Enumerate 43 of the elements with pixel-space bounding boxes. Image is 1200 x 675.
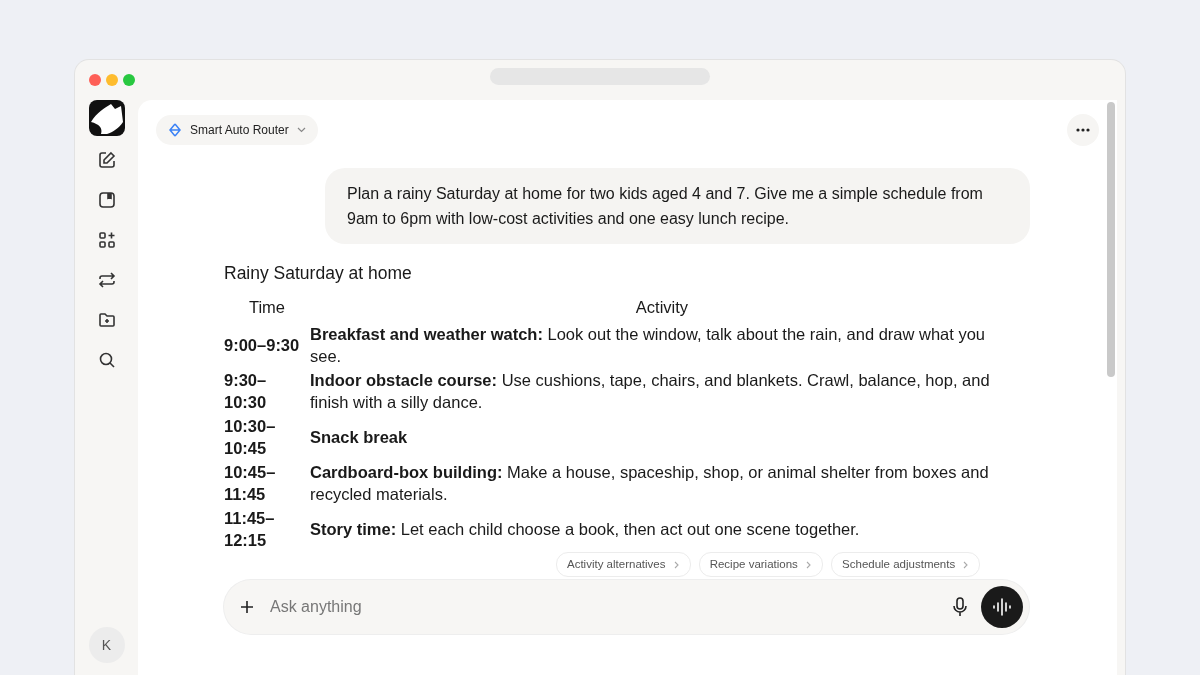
user-message: Plan a rainy Saturday at home for two kids aged 4 and 7. Give me a simple schedule from 9am to 6pm with low-cost activities and one easy lunch recipe. — [325, 168, 1030, 244]
router-icon — [168, 123, 182, 137]
add-icon[interactable] — [240, 600, 254, 614]
maximize-window-dot[interactable] — [123, 74, 135, 86]
logo-icon[interactable] — [88, 100, 125, 136]
apps-add-icon[interactable] — [97, 231, 116, 249]
activity-cell-text: Indoor obstacle course: Use cushions, tape, chairs, and blankets. Crawl, balance, hop, and finish with a silly dance. — [310, 370, 991, 413]
folder-add-icon[interactable] — [97, 311, 116, 329]
repeat-icon[interactable] — [97, 271, 116, 289]
response-title: Rainy Saturday at home — [224, 262, 413, 285]
activity-cell-text: Breakfast and weather watch: Look out the window, talk about the rain, and draw what you see. — [310, 324, 987, 367]
activity-cell-text: Story time: Let each child choose a book, then act out one scene together. — [310, 519, 861, 540]
suggestion-chip[interactable]: Schedule adjustments — [831, 552, 981, 578]
more-icon — [1076, 128, 1090, 132]
waveform-icon — [992, 598, 1012, 616]
minimize-window-dot[interactable] — [106, 74, 118, 86]
user-avatar[interactable]: K — [88, 627, 125, 663]
voice-mode-button[interactable] — [981, 586, 1023, 628]
suggestion-chip[interactable]: Recipe variations — [698, 552, 824, 578]
close-window-dot[interactable] — [89, 74, 101, 86]
chevron-down-icon — [296, 127, 306, 133]
activity-cell-text: Cardboard-box building: Make a house, spaceship, shop, or animal shelter from boxes and recycled materials. — [310, 462, 990, 505]
time-cell: 11:45–12:15 — [224, 506, 310, 552]
activity-cell-text: Snack break — [310, 427, 409, 448]
column-header: Time — [247, 297, 287, 319]
bookmark-icon[interactable] — [97, 191, 116, 209]
model-selector[interactable]: Smart Auto Router — [156, 115, 318, 145]
microphone-icon[interactable] — [953, 597, 967, 617]
more-options-button[interactable] — [1067, 114, 1099, 146]
time-cell: 9:00–9:30 — [224, 322, 310, 368]
chevron-right-icon — [673, 560, 680, 569]
ask-input[interactable]: Ask anything — [268, 594, 939, 620]
scrollbar-thumb[interactable] — [1107, 102, 1115, 377]
chevron-right-icon — [963, 560, 970, 569]
search-icon[interactable] — [97, 351, 116, 369]
time-cell: 9:30–10:30 — [224, 368, 310, 414]
message-composer[interactable]: Ask anything — [224, 580, 1029, 634]
time-cell: 10:45–11:45 — [224, 460, 310, 506]
column-header: Activity — [634, 297, 690, 319]
chevron-right-icon — [806, 560, 813, 569]
edit-icon[interactable] — [97, 151, 116, 169]
time-cell: 10:30–10:45 — [224, 414, 310, 460]
suggestion-chip[interactable]: Activity alternatives — [556, 552, 691, 578]
